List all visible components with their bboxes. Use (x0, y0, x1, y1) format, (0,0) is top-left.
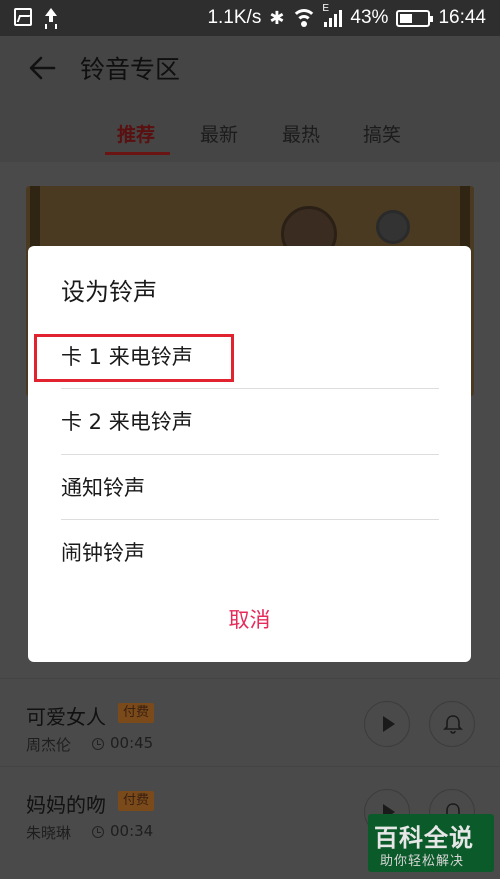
page-title: 铃音专区 (80, 55, 181, 84)
play-button[interactable] (364, 701, 410, 747)
back-arrow-icon[interactable] (28, 54, 56, 82)
option-sim1-ringtone[interactable]: 卡 1 来电铃声 (61, 325, 439, 389)
dialog-title: 设为铃声 (61, 278, 157, 306)
network-speed: 1.1K/s (207, 7, 262, 28)
song-artist: 周杰伦 (26, 736, 72, 754)
wifi-icon (292, 9, 317, 27)
tab-funny[interactable]: 搞笑 (363, 120, 401, 147)
paid-badge: 付费 (118, 703, 155, 723)
signal-label: E (322, 3, 330, 14)
play-icon (383, 716, 395, 732)
signal-icon: E (322, 3, 343, 27)
battery-icon (396, 9, 434, 27)
cancel-button[interactable]: 取消 (28, 604, 471, 634)
clock-icon (92, 738, 104, 750)
song-title: 可爱女人 (26, 705, 106, 729)
watermark-title: 百科全说 (374, 824, 474, 852)
watermark-subtitle: 助你轻松解决 (380, 854, 465, 869)
app-header: 铃音专区 (0, 36, 500, 100)
status-bar: 1.1K/s ✱ E 43% 16:44 (0, 0, 500, 36)
clock-icon (92, 826, 104, 838)
tab-recommend[interactable]: 推荐 (117, 120, 155, 147)
battery-percent: 43% (350, 7, 389, 28)
option-notification-ringtone[interactable]: 通知铃声 (61, 456, 439, 520)
paid-badge: 付费 (118, 791, 155, 811)
bell-icon (443, 715, 463, 734)
bluetooth-icon: ✱ (269, 7, 285, 28)
clock-time: 16:44 (438, 7, 486, 28)
option-alarm-ringtone[interactable]: 闹钟铃声 (61, 521, 439, 585)
tab-bar: 推荐 最新 最热 搞笑 (0, 100, 500, 162)
image-icon (14, 8, 32, 26)
option-sim2-ringtone[interactable]: 卡 2 来电铃声 (61, 390, 439, 454)
set-ringtone-button[interactable] (429, 701, 475, 747)
divider (61, 519, 439, 520)
song-duration: 00:45 (110, 734, 154, 752)
tab-hottest[interactable]: 最热 (282, 120, 320, 147)
banner-decoration (376, 210, 410, 244)
divider (61, 388, 439, 389)
tab-latest[interactable]: 最新 (200, 120, 238, 147)
ringtone-dialog: 设为铃声 卡 1 来电铃声 卡 2 来电铃声 通知铃声 闹钟铃声 取消 (28, 246, 471, 662)
active-tab-indicator (105, 152, 170, 155)
song-title: 妈妈的吻 (26, 793, 106, 817)
upload-icon (42, 7, 60, 27)
song-duration: 00:34 (110, 822, 154, 840)
list-item[interactable]: 可爱女人 付费 周杰伦 00:45 (0, 678, 500, 766)
divider (61, 454, 439, 455)
watermark-logo: 百科全说 助你轻松解决 (368, 814, 494, 872)
song-artist: 朱晓琳 (26, 824, 72, 842)
